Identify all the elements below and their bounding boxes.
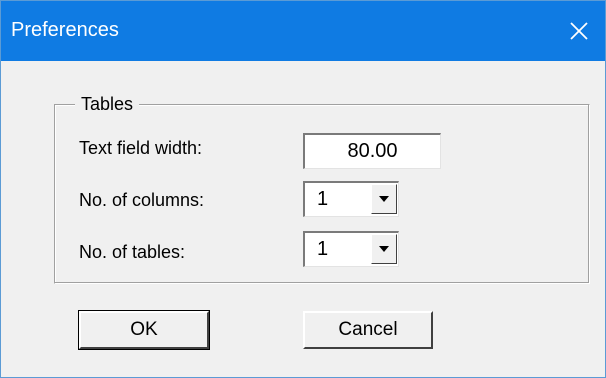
no-of-columns-select[interactable]: 1 (303, 181, 399, 217)
window-title: Preferences (11, 19, 119, 41)
no-of-tables-select[interactable]: 1 (303, 231, 399, 267)
close-button[interactable] (553, 1, 605, 61)
close-icon (570, 22, 588, 40)
no-of-columns-value: 1 (317, 188, 329, 210)
no-of-tables-dropdown-button[interactable] (371, 234, 397, 264)
title-bar[interactable]: Preferences (1, 1, 605, 61)
chevron-down-icon (379, 246, 389, 252)
no-of-tables-label: No. of tables: (79, 242, 186, 262)
preferences-dialog: Preferences Tables Text field width: 80.… (0, 0, 606, 378)
no-of-columns-dropdown-button[interactable] (371, 184, 397, 214)
no-of-columns-label: No. of columns: (79, 190, 205, 210)
ok-button[interactable]: OK (78, 310, 210, 350)
no-of-tables-value: 1 (317, 238, 329, 260)
text-field-width-input[interactable]: 80.00 (303, 133, 441, 169)
cancel-button[interactable]: Cancel (303, 311, 433, 349)
dialog-body: Tables Text field width: 80.00 No. of co… (1, 61, 605, 377)
chevron-down-icon (379, 196, 389, 202)
text-field-width-label: Text field width: (79, 138, 203, 158)
tables-group-legend: Tables (75, 93, 140, 115)
